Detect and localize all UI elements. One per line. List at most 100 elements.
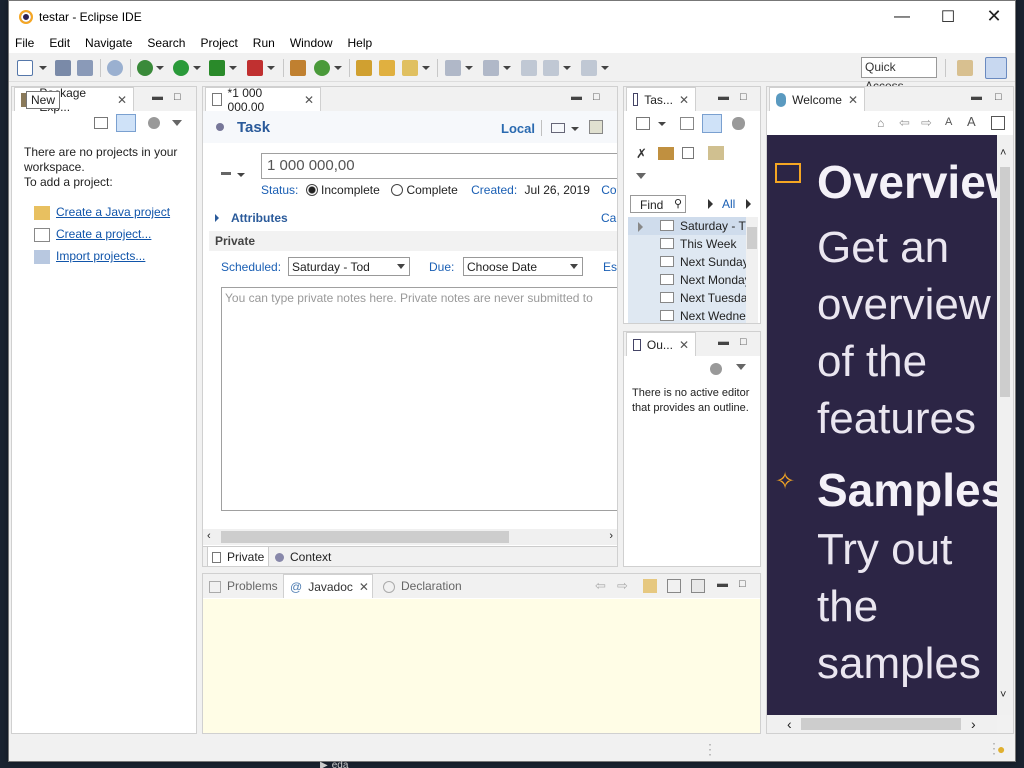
menu-window[interactable]: Window bbox=[290, 36, 333, 50]
welcome-horizontal-scrollbar[interactable]: ‹ › bbox=[767, 715, 997, 733]
scroll-thumb[interactable] bbox=[801, 718, 961, 730]
next-annotation-icon[interactable] bbox=[445, 60, 461, 76]
search-icon[interactable] bbox=[402, 60, 418, 76]
maximize-icon[interactable]: □ bbox=[739, 578, 746, 590]
forward-icon[interactable]: ⇨ bbox=[617, 578, 628, 594]
close-icon[interactable]: ✕ bbox=[679, 93, 689, 107]
back-dropdown-icon[interactable] bbox=[563, 66, 571, 70]
last-edit-location-icon[interactable] bbox=[521, 60, 537, 76]
back-icon[interactable]: ⇦ bbox=[899, 115, 910, 131]
next-icon[interactable] bbox=[746, 199, 751, 209]
close-button[interactable]: ✕ bbox=[971, 1, 1015, 32]
minimize-icon[interactable]: ▬ bbox=[571, 91, 582, 103]
forward-dropdown-icon[interactable] bbox=[601, 66, 609, 70]
open-perspective-icon[interactable] bbox=[957, 60, 973, 76]
debug-dropdown-icon[interactable] bbox=[156, 66, 164, 70]
new-task-icon[interactable] bbox=[636, 117, 650, 130]
import-projects-link[interactable]: Import projects... bbox=[56, 249, 145, 263]
coverage-icon[interactable] bbox=[209, 60, 225, 76]
view-menu-icon[interactable] bbox=[172, 120, 182, 126]
minimize-icon[interactable]: ▬ bbox=[717, 578, 728, 590]
overview-title[interactable]: Overview bbox=[817, 155, 997, 209]
open-declaration-icon[interactable] bbox=[667, 579, 681, 593]
tab-context[interactable]: Context bbox=[271, 547, 335, 566]
list-item[interactable]: Next Tuesday bbox=[628, 289, 753, 307]
scroll-left-icon[interactable]: ‹ bbox=[207, 530, 211, 542]
minimize-button[interactable]: — bbox=[879, 1, 925, 32]
filters-icon[interactable] bbox=[148, 117, 160, 129]
calendar-dropdown-icon[interactable] bbox=[571, 127, 579, 131]
menu-navigate[interactable]: Navigate bbox=[85, 36, 132, 50]
tab-javadoc[interactable]: @ Javadoc ✕ bbox=[283, 574, 373, 598]
menu-file[interactable]: File bbox=[15, 36, 34, 50]
lightbulb-icon[interactable]: ● bbox=[997, 741, 1005, 757]
list-item[interactable]: Next Wedne bbox=[628, 307, 746, 323]
scheduled-select[interactable]: Saturday - Tod bbox=[288, 257, 410, 276]
expand-icon[interactable] bbox=[638, 222, 643, 232]
tab-outline[interactable]: Ou... ✕ bbox=[626, 332, 696, 356]
font-increase-icon[interactable]: A bbox=[967, 114, 976, 129]
save-icon[interactable] bbox=[55, 60, 71, 76]
create-java-project-link[interactable]: Create a Java project bbox=[56, 205, 170, 219]
focus-icon[interactable] bbox=[732, 117, 745, 130]
menu-project[interactable]: Project bbox=[200, 36, 237, 50]
close-icon[interactable]: ✕ bbox=[117, 93, 127, 107]
scroll-thumb[interactable] bbox=[747, 227, 757, 249]
create-project-link-row[interactable]: Create a project... bbox=[34, 223, 170, 245]
incomplete-radio[interactable] bbox=[305, 184, 318, 196]
coverage-dropdown-icon[interactable] bbox=[229, 66, 237, 70]
view-menu-icon[interactable] bbox=[736, 364, 746, 370]
close-icon[interactable]: ✕ bbox=[304, 93, 314, 107]
home-icon[interactable]: ⌂ bbox=[877, 116, 884, 130]
new-task-dropdown-icon[interactable] bbox=[658, 122, 666, 126]
expand-icon[interactable] bbox=[215, 214, 219, 222]
menu-help[interactable]: Help bbox=[348, 36, 373, 50]
new-java-package-icon[interactable] bbox=[290, 60, 306, 76]
create-project-link[interactable]: Create a project... bbox=[56, 227, 151, 241]
find-field[interactable]: Find ⚲ bbox=[630, 195, 686, 213]
customize-page-icon[interactable] bbox=[991, 116, 1005, 130]
open-task-icon[interactable] bbox=[379, 60, 395, 76]
welcome-vertical-scrollbar[interactable]: ˄ ˅ bbox=[997, 135, 1013, 715]
collapse-all-icon[interactable] bbox=[682, 147, 694, 159]
save-all-icon[interactable] bbox=[77, 60, 93, 76]
tab-private[interactable]: Private bbox=[207, 547, 270, 566]
categorized-icon[interactable] bbox=[680, 117, 694, 130]
open-repository-icon[interactable] bbox=[708, 146, 724, 160]
minimize-icon[interactable]: ▬ bbox=[718, 336, 729, 348]
close-icon[interactable]: ✕ bbox=[359, 580, 369, 594]
scheduled-view-icon[interactable] bbox=[702, 114, 722, 133]
quick-access-field[interactable]: Quick Access bbox=[861, 57, 937, 93]
maximize-icon[interactable]: □ bbox=[593, 91, 600, 103]
close-icon[interactable]: ✕ bbox=[848, 93, 858, 107]
previous-annotation-icon[interactable] bbox=[483, 60, 499, 76]
private-notes-textarea[interactable]: You can type private notes here. Private… bbox=[221, 287, 617, 511]
view-menu-icon[interactable] bbox=[636, 173, 646, 179]
menu-search[interactable]: Search bbox=[147, 36, 185, 50]
mark-complete-icon[interactable]: ✗ bbox=[636, 147, 650, 160]
external-tools-icon[interactable] bbox=[247, 60, 263, 76]
task-summary-field[interactable]: 1 000 000,00 bbox=[261, 153, 617, 179]
skip-breakpoints-icon[interactable] bbox=[107, 60, 123, 76]
synchronize-icon[interactable] bbox=[589, 120, 603, 134]
list-item[interactable]: This Week bbox=[628, 235, 746, 253]
open-browser-icon[interactable] bbox=[691, 579, 705, 593]
priority-icon[interactable] bbox=[221, 172, 231, 175]
calendar-icon[interactable] bbox=[551, 123, 565, 133]
previous-icon[interactable] bbox=[708, 199, 713, 209]
tab-problems[interactable]: Problems bbox=[205, 574, 282, 598]
new-dropdown-icon[interactable] bbox=[39, 66, 47, 70]
link-with-selection-icon[interactable] bbox=[643, 579, 657, 593]
new-class-dropdown-icon[interactable] bbox=[334, 66, 342, 70]
collapse-all-icon[interactable] bbox=[94, 117, 108, 129]
list-item[interactable]: Next Monday bbox=[628, 271, 751, 289]
menu-run[interactable]: Run bbox=[253, 36, 275, 50]
taskbar-item[interactable]: ▶ eda bbox=[320, 760, 348, 768]
tab-welcome[interactable]: Welcome ✕ bbox=[769, 87, 865, 111]
open-type-icon[interactable] bbox=[356, 60, 372, 76]
maximize-icon[interactable]: □ bbox=[174, 91, 181, 103]
tab-declaration[interactable]: Declaration bbox=[379, 574, 466, 598]
maximize-icon[interactable]: □ bbox=[995, 91, 1002, 103]
vertical-scrollbar[interactable] bbox=[746, 217, 758, 323]
scroll-thumb[interactable] bbox=[1000, 167, 1010, 397]
